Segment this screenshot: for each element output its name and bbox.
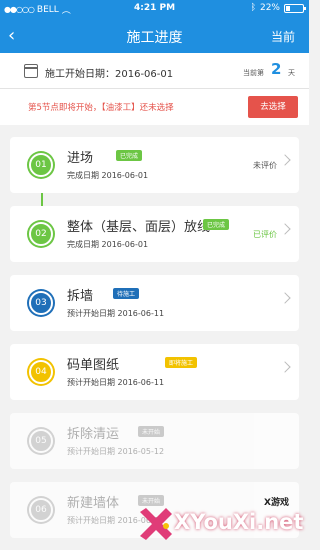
step-number: 01	[29, 153, 53, 177]
step-name: 整体（基层、面层）放线	[67, 220, 211, 235]
step-name: 拆除清运	[67, 427, 120, 442]
step-number: 02	[29, 222, 53, 246]
step-number: 03	[29, 291, 53, 315]
step-name: 进场	[67, 151, 94, 166]
nav-bar: ‹ 施工进度 当前	[0, 18, 309, 53]
current-day-number: 2	[271, 60, 282, 78]
notice-text: 第5节点即将开始，【油漆工】还未选择	[28, 103, 174, 113]
chevron-right-icon	[279, 223, 291, 235]
step-status-badge: 待施工	[113, 288, 140, 299]
step-date: 预计开始日期 2016-06-11	[67, 378, 165, 387]
watermark-logo-icon	[140, 508, 172, 540]
step-name: 新建墙体	[67, 496, 120, 511]
step-date: 预计开始日期 2016-05-12	[67, 447, 165, 456]
watermark-sub: X游戏	[264, 498, 289, 508]
current-button[interactable]: 当前	[271, 28, 295, 45]
battery-label: 22%	[259, 3, 280, 13]
step-card[interactable]: 05 拆除清运 未开始预计开始日期 2016-05-12	[10, 413, 299, 469]
step-card[interactable]: 02 整体（基层、面层）放线 已完成完成日期 2016-06-01 已评价	[10, 206, 299, 262]
step-card[interactable]: 01 进场 已完成完成日期 2016-06-01 未评价	[10, 137, 299, 193]
start-date-text: 施工开始日期：2016-06-01	[45, 69, 174, 80]
step-number: 05	[29, 429, 53, 453]
step-review-status: 已评价	[253, 230, 277, 239]
chevron-right-icon	[279, 154, 291, 166]
bluetooth-icon: ᛒ	[250, 3, 256, 13]
current-day-unit: 天	[288, 69, 295, 77]
step-name: 拆墙	[67, 289, 94, 304]
chevron-right-icon	[279, 361, 291, 373]
step-status-badge: 即将施工	[165, 357, 198, 368]
step-date: 完成日期 2016-06-01	[67, 171, 149, 180]
status-bar: ●●○○○ BELL ︵ 4:21 PM ᛒ 22%	[0, 0, 309, 18]
start-date-bar: 施工开始日期：2016-06-01 当前第 2 天	[0, 53, 309, 89]
status-right: ᛒ 22%	[250, 3, 306, 13]
watermark: X游戏 XYouXi.net	[136, 488, 309, 550]
step-number: 04	[29, 360, 53, 384]
step-date: 完成日期 2016-06-01	[67, 240, 149, 249]
go-select-button[interactable]: 去选择	[248, 96, 298, 118]
current-day-label: 当前第	[243, 69, 264, 77]
step-review-status: 未评价	[253, 161, 277, 170]
step-date: 预计开始日期 2016-06-11	[67, 309, 165, 318]
step-number: 06	[29, 498, 53, 522]
calendar-icon	[24, 64, 38, 78]
step-status-badge: 已完成	[203, 219, 230, 230]
notice-bar: 第5节点即将开始，【油漆工】还未选择 去选择	[0, 89, 309, 125]
step-status-badge: 已完成	[116, 150, 143, 161]
page-title: 施工进度	[126, 30, 183, 46]
step-name: 码单图纸	[67, 358, 120, 373]
step-card[interactable]: 03 拆墙 待施工预计开始日期 2016-06-11	[10, 275, 299, 331]
watermark-text: XYouXi.net	[174, 510, 304, 534]
chevron-right-icon	[279, 292, 291, 304]
battery-icon	[284, 3, 306, 13]
step-status-badge: 未开始	[138, 426, 165, 437]
step-card[interactable]: 04 码单图纸 即将施工预计开始日期 2016-06-11	[10, 344, 299, 400]
